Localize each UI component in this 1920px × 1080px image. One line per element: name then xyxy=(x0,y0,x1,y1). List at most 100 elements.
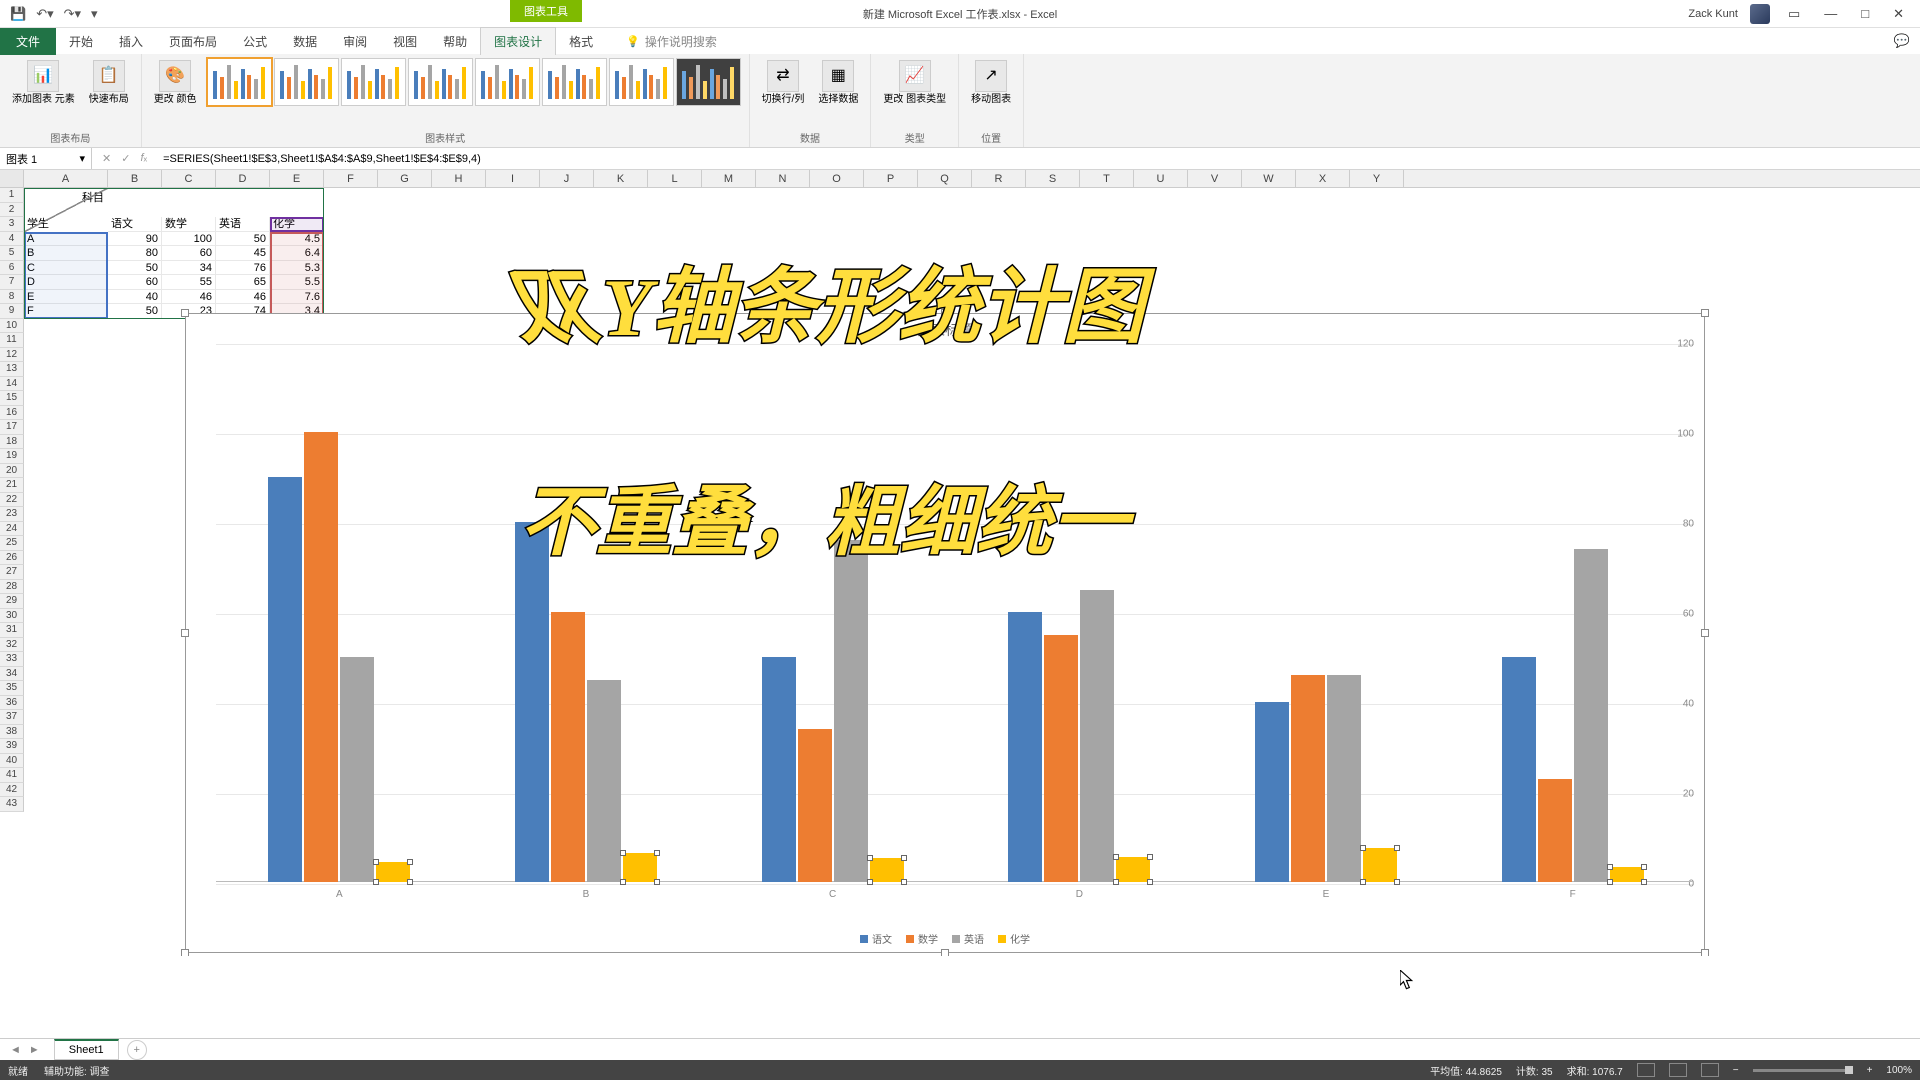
row-header-10[interactable]: 10 xyxy=(0,319,24,334)
sheet-prev-icon[interactable]: ◄ xyxy=(10,1044,21,1056)
formula-input[interactable]: =SERIES(Sheet1!$E$3,Sheet1!$A$4:$A$9,She… xyxy=(157,153,1920,165)
bar-语文-F[interactable] xyxy=(1502,657,1536,882)
cell-B8[interactable]: 40 xyxy=(108,290,162,305)
status-accessibility[interactable]: 辅助功能: 调查 xyxy=(44,1063,110,1078)
maximize-icon[interactable]: □ xyxy=(1855,6,1875,21)
cell-B3[interactable]: 语文 xyxy=(108,217,162,232)
row-header-32[interactable]: 32 xyxy=(0,638,24,653)
bar-化学-C[interactable] xyxy=(870,858,904,882)
cell-A8[interactable]: E xyxy=(24,290,108,305)
col-header-H[interactable]: H xyxy=(432,170,486,187)
cell-A9[interactable]: F xyxy=(24,304,108,319)
cell-E5[interactable]: 6.4 xyxy=(270,246,324,261)
col-header-N[interactable]: N xyxy=(756,170,810,187)
col-header-Q[interactable]: Q xyxy=(918,170,972,187)
save-icon[interactable]: 💾 xyxy=(10,6,26,22)
tab-review[interactable]: 审阅 xyxy=(330,28,380,55)
tab-page-layout[interactable]: 页面布局 xyxy=(156,28,230,55)
col-header-P[interactable]: P xyxy=(864,170,918,187)
row-header-26[interactable]: 26 xyxy=(0,551,24,566)
cell-B4[interactable]: 90 xyxy=(108,232,162,247)
chart-style-4[interactable] xyxy=(408,58,473,106)
col-header-B[interactable]: B xyxy=(108,170,162,187)
row-header-18[interactable]: 18 xyxy=(0,435,24,450)
redo-icon[interactable]: ↷▾ xyxy=(64,6,81,22)
bar-英语-E[interactable] xyxy=(1327,675,1361,882)
cell-C4[interactable]: 100 xyxy=(162,232,216,247)
col-header-D[interactable]: D xyxy=(216,170,270,187)
chart-resize-handle[interactable] xyxy=(181,309,189,317)
row-header-1[interactable]: 1 xyxy=(0,188,24,203)
row-header-43[interactable]: 43 xyxy=(0,797,24,812)
bar-化学-D[interactable] xyxy=(1116,857,1150,882)
name-box[interactable]: 图表 1▾ xyxy=(0,148,92,169)
chart-resize-handle[interactable] xyxy=(1701,629,1709,637)
row-header-8[interactable]: 8 xyxy=(0,290,24,305)
col-header-E[interactable]: E xyxy=(270,170,324,187)
row-header-35[interactable]: 35 xyxy=(0,681,24,696)
bar-数学-C[interactable] xyxy=(798,729,832,882)
cell-E8[interactable]: 7.6 xyxy=(270,290,324,305)
row-header-11[interactable]: 11 xyxy=(0,333,24,348)
row-header-6[interactable]: 6 xyxy=(0,261,24,276)
col-header-X[interactable]: X xyxy=(1296,170,1350,187)
cell-C7[interactable]: 55 xyxy=(162,275,216,290)
bar-数学-A[interactable] xyxy=(304,432,338,882)
row-header-15[interactable]: 15 xyxy=(0,391,24,406)
bar-英语-B[interactable] xyxy=(587,680,621,883)
cell-A7[interactable]: D xyxy=(24,275,108,290)
col-header-M[interactable]: M xyxy=(702,170,756,187)
ribbon-options-icon[interactable]: ▭ xyxy=(1782,6,1806,22)
chart-resize-handle[interactable] xyxy=(181,629,189,637)
qat-more-icon[interactable]: ▾ xyxy=(91,6,98,22)
undo-icon[interactable]: ↶▾ xyxy=(36,6,53,22)
row-header-13[interactable]: 13 xyxy=(0,362,24,377)
cell-A5[interactable]: B xyxy=(24,246,108,261)
tab-formulas[interactable]: 公式 xyxy=(230,28,280,55)
chart-style-7[interactable] xyxy=(609,58,674,106)
bar-语文-C[interactable] xyxy=(762,657,796,882)
chart-style-1[interactable] xyxy=(207,58,272,106)
embedded-chart[interactable]: 图表标题020406080100120ABCDEF语文数学英语化学 xyxy=(185,313,1705,953)
chart-legend[interactable]: 语文数学英语化学 xyxy=(186,931,1704,946)
share-icon[interactable]: 💬 xyxy=(1894,33,1910,49)
bar-英语-C[interactable] xyxy=(834,540,868,882)
cell-B5[interactable]: 80 xyxy=(108,246,162,261)
row-header-39[interactable]: 39 xyxy=(0,739,24,754)
row-header-40[interactable]: 40 xyxy=(0,754,24,769)
sheet-next-icon[interactable]: ► xyxy=(29,1044,40,1056)
col-header-A[interactable]: A xyxy=(24,170,108,187)
cancel-formula-icon[interactable]: ✕ xyxy=(102,152,111,165)
cell-E7[interactable]: 5.5 xyxy=(270,275,324,290)
row-header-27[interactable]: 27 xyxy=(0,565,24,580)
normal-view-button[interactable] xyxy=(1637,1063,1655,1077)
add-chart-element-button[interactable]: 📊添加图表 元素 xyxy=(8,58,79,108)
add-sheet-button[interactable]: + xyxy=(127,1040,147,1060)
plot-area[interactable]: 020406080100120ABCDEF xyxy=(216,344,1694,882)
cell-A6[interactable]: C xyxy=(24,261,108,276)
row-header-19[interactable]: 19 xyxy=(0,449,24,464)
col-header-Y[interactable]: Y xyxy=(1350,170,1404,187)
tab-insert[interactable]: 插入 xyxy=(106,28,156,55)
row-header-2[interactable]: 2 xyxy=(0,203,24,218)
col-header-J[interactable]: J xyxy=(540,170,594,187)
zoom-out-button[interactable]: − xyxy=(1733,1065,1739,1076)
cell-C6[interactable]: 34 xyxy=(162,261,216,276)
user-name[interactable]: Zack Kunt xyxy=(1688,8,1738,20)
row-header-38[interactable]: 38 xyxy=(0,725,24,740)
tab-format[interactable]: 格式 xyxy=(556,28,606,55)
zoom-slider[interactable] xyxy=(1753,1069,1853,1072)
chart-styles-gallery[interactable] xyxy=(207,58,741,106)
close-icon[interactable]: ✕ xyxy=(1887,6,1910,22)
col-header-F[interactable]: F xyxy=(324,170,378,187)
chart-resize-handle[interactable] xyxy=(941,949,949,956)
chart-style-8[interactable] xyxy=(676,58,741,106)
cell-D6[interactable]: 76 xyxy=(216,261,270,276)
tell-me-search[interactable]: 操作说明搜索 xyxy=(626,33,717,50)
quick-layout-button[interactable]: 📋快速布局 xyxy=(85,58,133,108)
cell-D7[interactable]: 65 xyxy=(216,275,270,290)
cell-C8[interactable]: 46 xyxy=(162,290,216,305)
bar-数学-D[interactable] xyxy=(1044,635,1078,883)
row-header-29[interactable]: 29 xyxy=(0,594,24,609)
row-header-36[interactable]: 36 xyxy=(0,696,24,711)
